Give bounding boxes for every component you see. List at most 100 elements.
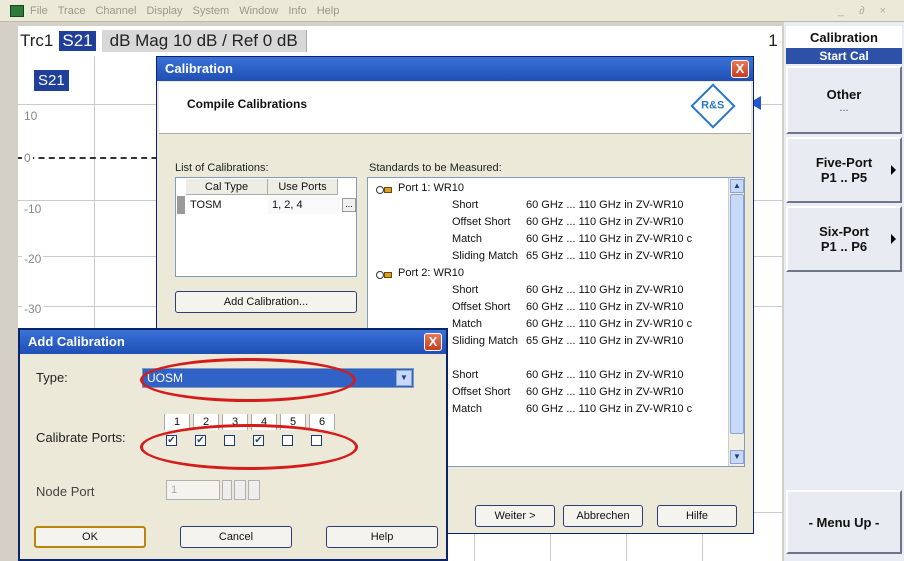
- help-button[interactable]: Hilfe: [657, 505, 737, 527]
- abort-button[interactable]: Abbrechen: [563, 505, 643, 527]
- six-port-label: Six-Port: [819, 224, 869, 239]
- node-port-spinner[interactable]: [222, 480, 232, 500]
- dialog-header: Compile Calibrations R&S: [159, 82, 751, 134]
- trace-header: Trc1 S21 dB Mag 10 dB / Ref 0 dB: [18, 26, 764, 56]
- standard-name[interactable]: Offset Short: [452, 301, 511, 313]
- standard-name[interactable]: Offset Short: [452, 216, 511, 228]
- add-calibration-dialog: Add Calibration X Type: UOSM ▼ Calibrate…: [18, 328, 448, 561]
- connector-body: [384, 187, 392, 193]
- trace-format-block[interactable]: dB Mag 10 dB / Ref 0 dB: [101, 30, 307, 52]
- highlight-circle-type: [140, 358, 356, 402]
- standard-range: 60 GHz ... 110 GHz in ZV-WR10: [526, 369, 684, 381]
- standard-range: 60 GHz ... 110 GHz in ZV-WR10 c: [526, 403, 693, 415]
- trace-name[interactable]: Trc1: [20, 31, 53, 51]
- menu-display[interactable]: Display: [146, 5, 182, 17]
- dialog-heading: Compile Calibrations: [187, 97, 308, 111]
- use-ports-cell[interactable]: 1, 2, 4: [268, 196, 340, 214]
- connector-ring: [376, 186, 384, 194]
- standard-name[interactable]: Match: [452, 233, 482, 245]
- app-icon: [10, 4, 24, 17]
- list-of-calibrations-label: List of Calibrations:: [175, 162, 269, 174]
- node-port-minus-icon[interactable]: [248, 480, 260, 500]
- ok-button[interactable]: OK: [34, 526, 146, 548]
- y-axis-label: -20: [22, 252, 44, 266]
- standard-range: 65 GHz ... 110 GHz in ZV-WR10: [526, 250, 684, 262]
- other-button-label: Other: [826, 86, 862, 102]
- connector-body: [384, 272, 392, 278]
- add-calibration-button[interactable]: Add Calibration...: [175, 291, 357, 313]
- standard-range: 65 GHz ... 110 GHz in ZV-WR10: [526, 335, 684, 347]
- trace-param[interactable]: S21: [59, 31, 96, 51]
- standard-range: 60 GHz ... 110 GHz in ZV-WR10: [526, 386, 684, 398]
- trace-badge[interactable]: S21: [34, 70, 69, 91]
- node-port-stepper-icon[interactable]: [234, 480, 246, 500]
- connector-ring: [376, 271, 384, 279]
- other-button[interactable]: Other ...: [786, 66, 902, 134]
- softkey-panel-subtitle: Start Cal: [786, 48, 902, 64]
- standard-port-row[interactable]: Port 2: WR10: [398, 267, 464, 279]
- table-header-cal-type[interactable]: Cal Type: [186, 179, 268, 195]
- rs-logo-text: R&S: [701, 99, 725, 112]
- menu-channel[interactable]: Channel: [95, 5, 136, 17]
- menu-trace[interactable]: Trace: [58, 5, 86, 17]
- connector-icon: [376, 271, 392, 279]
- add-calibration-titlebar[interactable]: Add Calibration X: [20, 330, 446, 354]
- scroll-up-icon[interactable]: ▲: [730, 179, 744, 193]
- standard-range: 60 GHz ... 110 GHz in ZV-WR10 c: [526, 233, 693, 245]
- ports-ellipsis-button[interactable]: ...: [342, 198, 356, 212]
- menu-window[interactable]: Window: [239, 5, 278, 17]
- cal-type-cell[interactable]: TOSM: [186, 196, 268, 214]
- standard-port-row[interactable]: Port 1: WR10: [398, 182, 464, 194]
- help-button[interactable]: Help: [326, 526, 438, 548]
- menu-bar: File Trace Channel Display System Window…: [0, 0, 904, 22]
- scroll-down-icon[interactable]: ▼: [730, 450, 744, 464]
- add-calibration-title: Add Calibration: [28, 334, 125, 349]
- standard-name[interactable]: Short: [452, 199, 478, 211]
- reference-line: [18, 157, 178, 159]
- y-axis-label: -10: [22, 202, 44, 216]
- six-port-sub: P1 .. P6: [820, 239, 868, 254]
- channel-number: 1: [764, 26, 782, 56]
- standard-name[interactable]: Short: [452, 284, 478, 296]
- standard-range: 60 GHz ... 110 GHz in ZV-WR10: [526, 301, 684, 313]
- standard-name[interactable]: Offset Short: [452, 386, 511, 398]
- six-port-button[interactable]: Six-Port P1 .. P6: [786, 206, 902, 272]
- menu-up-button[interactable]: - Menu Up -: [786, 490, 902, 554]
- vertical-scrollbar[interactable]: ▲ ▼: [728, 178, 744, 466]
- menu-info[interactable]: Info: [288, 5, 306, 17]
- five-port-button[interactable]: Five-Port P1 .. P5: [786, 137, 902, 203]
- trace-scale: 10 dB /: [172, 31, 227, 50]
- standard-name[interactable]: Match: [452, 403, 482, 415]
- standard-range: 60 GHz ... 110 GHz in ZV-WR10: [526, 199, 684, 211]
- menu-system[interactable]: System: [193, 5, 230, 17]
- node-port-label: Node Port: [36, 484, 95, 499]
- menu-file[interactable]: File: [30, 5, 48, 17]
- standard-range: 60 GHz ... 110 GHz in ZV-WR10 c: [526, 318, 693, 330]
- standard-range: 60 GHz ... 110 GHz in ZV-WR10: [526, 284, 684, 296]
- standard-name[interactable]: Match: [452, 318, 482, 330]
- connector-icon: [376, 186, 392, 194]
- other-button-sub: ...: [839, 101, 849, 114]
- standard-range: 60 GHz ... 110 GHz in ZV-WR10: [526, 216, 684, 228]
- standard-name[interactable]: Sliding Match: [452, 250, 518, 262]
- close-icon[interactable]: X: [731, 60, 749, 78]
- node-port-input[interactable]: 1: [166, 480, 220, 500]
- row-header[interactable]: [177, 196, 185, 214]
- table-header-use-ports[interactable]: Use Ports: [268, 179, 338, 195]
- window-controls[interactable]: _ ∂ ×: [838, 5, 892, 17]
- standard-name[interactable]: Short: [452, 369, 478, 381]
- submenu-arrow-icon: [891, 165, 896, 175]
- menu-up-label: - Menu Up -: [808, 514, 880, 530]
- chevron-down-icon[interactable]: ▼: [396, 370, 412, 386]
- calibration-dialog-titlebar[interactable]: Calibration X: [157, 57, 753, 81]
- calibration-list-table[interactable]: Cal Type Use Ports TOSM 1, 2, 4 ...: [175, 177, 357, 277]
- close-icon[interactable]: X: [424, 333, 442, 351]
- y-axis-label: -30: [22, 302, 44, 316]
- menu-help[interactable]: Help: [317, 5, 340, 17]
- cancel-button[interactable]: Cancel: [180, 526, 292, 548]
- next-button[interactable]: Weiter >: [475, 505, 555, 527]
- submenu-arrow-icon: [891, 234, 896, 244]
- standard-name[interactable]: Sliding Match: [452, 335, 518, 347]
- type-label: Type:: [36, 370, 68, 385]
- scroll-thumb[interactable]: [730, 194, 744, 434]
